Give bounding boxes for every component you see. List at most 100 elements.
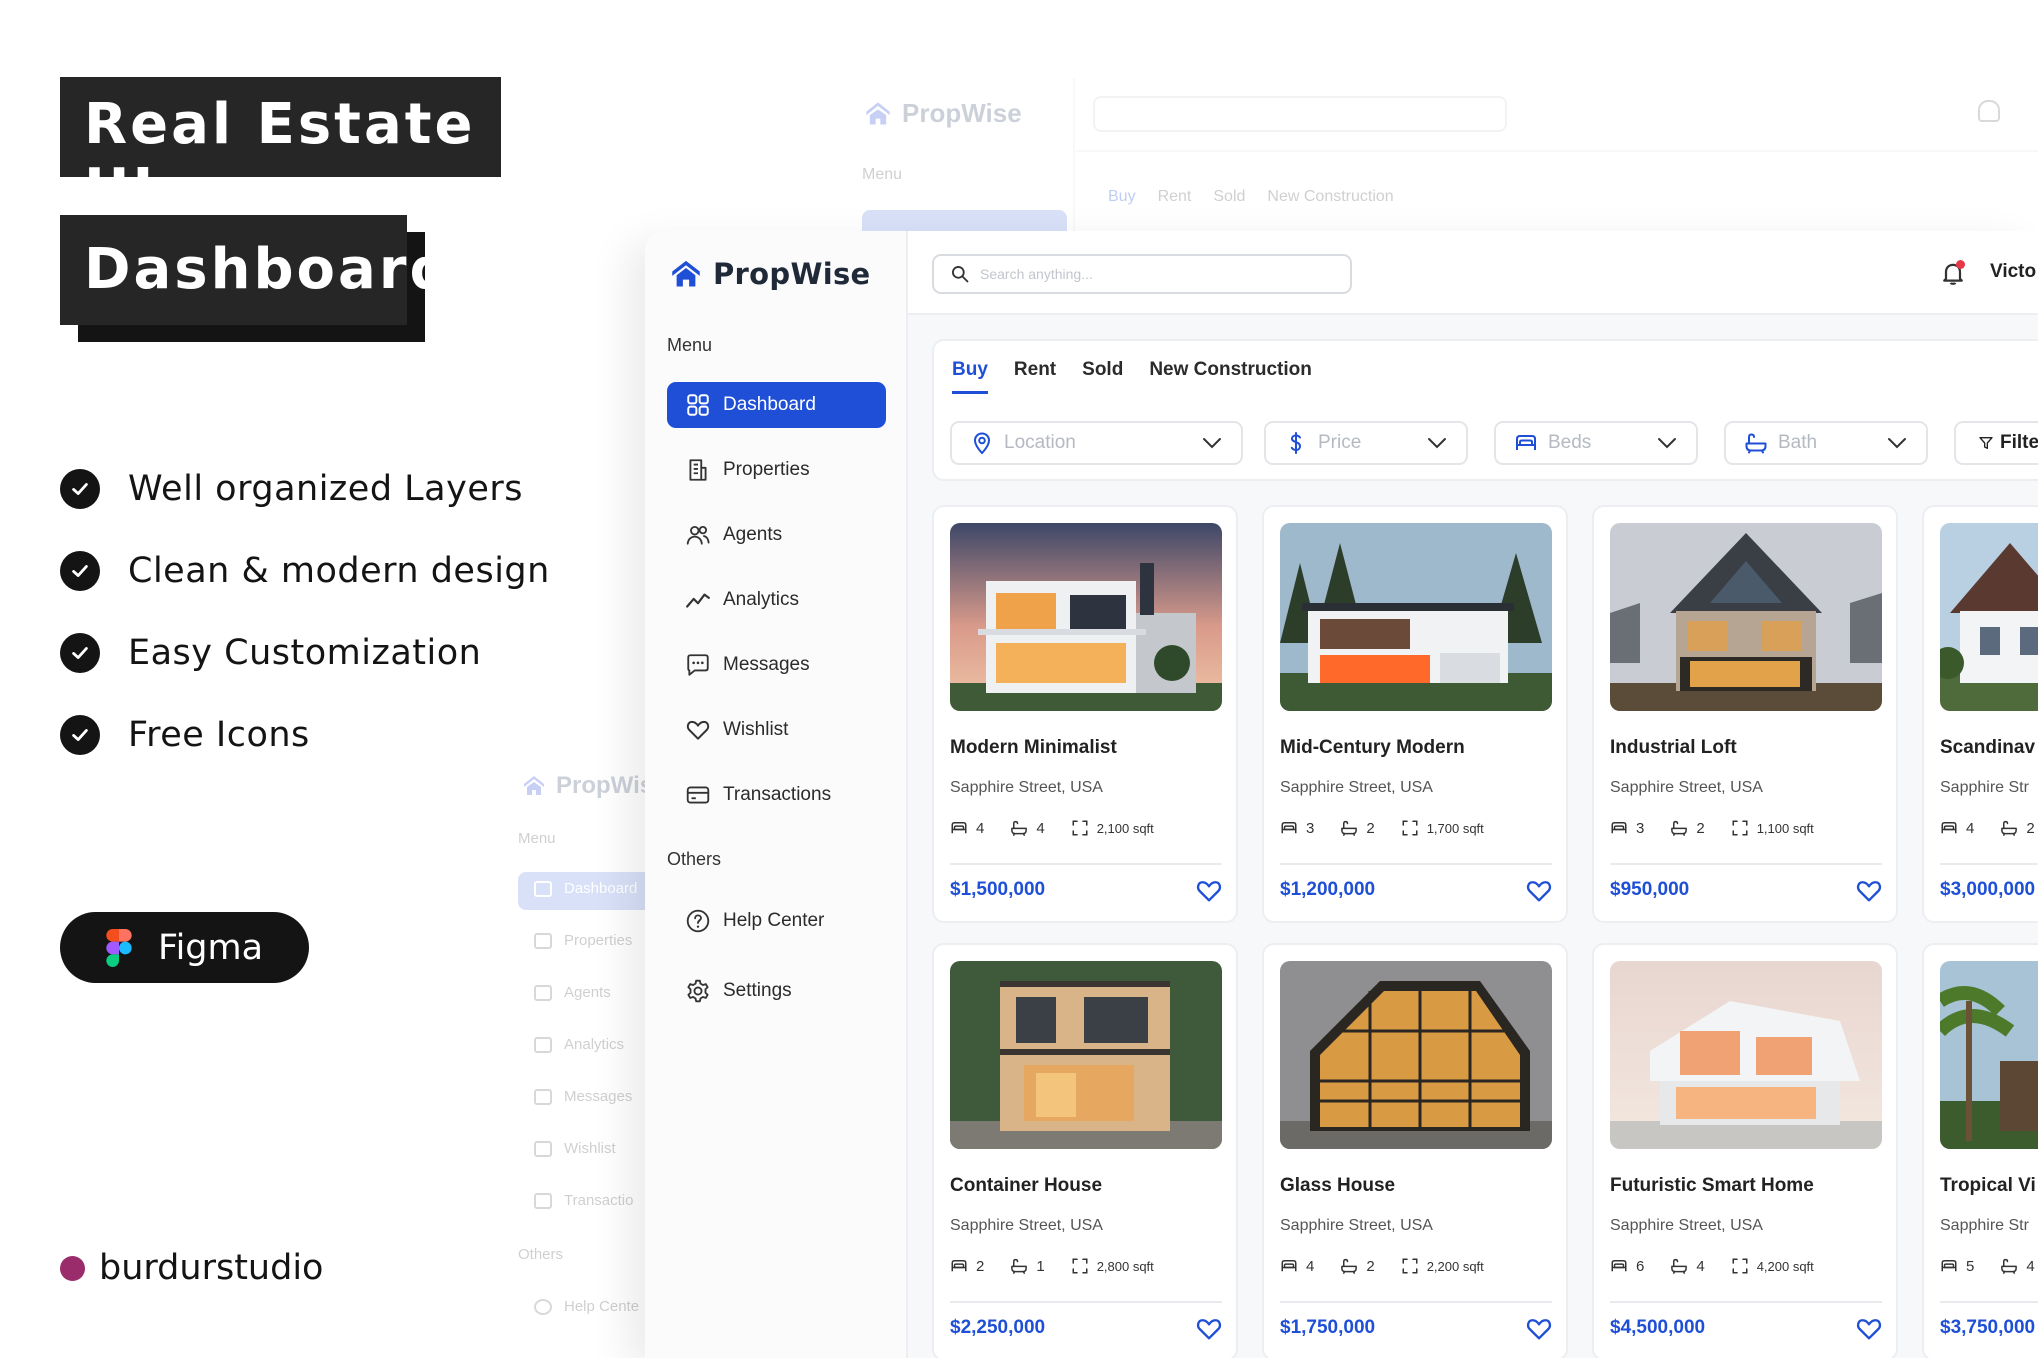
notification-bell-icon[interactable] xyxy=(1939,259,1967,287)
bed-icon xyxy=(1941,822,1957,834)
ghost-others-label: Others xyxy=(518,1246,564,1263)
property-photo xyxy=(1940,961,2038,1149)
baths-spec: 2 xyxy=(2000,819,2035,837)
card-divider xyxy=(1280,863,1552,865)
sidebar-item-analytics[interactable]: Analytics xyxy=(667,577,886,623)
baths-count: 4 xyxy=(1036,819,1045,837)
feature-label: Free Icons xyxy=(128,715,310,755)
sidebar-item-settings[interactable]: Settings xyxy=(667,968,886,1014)
beds-count: 4 xyxy=(1306,1257,1315,1275)
check-icon xyxy=(60,469,100,509)
property-card[interactable]: Modern Minimalist Sapphire Street, USA 4 4 2… xyxy=(932,505,1238,923)
feature-item: Easy Customization xyxy=(60,612,550,694)
bed-icon xyxy=(1516,435,1536,450)
card-divider xyxy=(950,1301,1222,1303)
check-icon xyxy=(60,633,100,673)
baths-count: 2 xyxy=(1696,819,1705,837)
tab-buy[interactable]: Buy xyxy=(952,359,988,394)
check-icon xyxy=(60,551,100,591)
area-icon xyxy=(1072,1258,1088,1274)
ghost-search xyxy=(1093,96,1507,132)
sidebar-item-properties[interactable]: Properties xyxy=(667,447,886,493)
area-icon xyxy=(1732,820,1748,836)
favorite-heart-icon[interactable] xyxy=(1525,877,1553,905)
feature-label: Easy Customization xyxy=(128,633,482,673)
ghost-brand: PropWise xyxy=(902,98,1022,128)
beds-spec: 3 xyxy=(1280,819,1314,837)
baths-count: 2 xyxy=(1366,1257,1375,1275)
search-box[interactable] xyxy=(932,254,1352,294)
beds-spec: 4 xyxy=(950,819,984,837)
users-icon xyxy=(686,525,710,545)
property-price: $3,000,000 xyxy=(1940,879,2036,900)
area-value: 2,100 sqft xyxy=(1096,820,1154,836)
property-card[interactable]: Tropical Vi Sapphire Str 5 4 $3,750,000 xyxy=(1922,943,2038,1358)
bathtub-icon xyxy=(1745,433,1767,454)
ghost-header-line xyxy=(1076,150,2038,152)
sidebar-item-dashboard[interactable]: Dashboard xyxy=(667,382,886,428)
ghost-item: Messages xyxy=(534,1088,632,1105)
sidebar-item-transactions[interactable]: Transactions xyxy=(667,772,886,818)
property-card[interactable]: Mid-Century Modern Sapphire Street, USA 3 2… xyxy=(1262,505,1568,923)
property-photo xyxy=(950,523,1222,711)
property-specs: 2 1 2,800 sqft xyxy=(950,1257,1180,1275)
sidebar-item-messages[interactable]: Messages xyxy=(667,642,886,688)
favorite-heart-icon[interactable] xyxy=(1195,1315,1223,1343)
baths-count: 2 xyxy=(2026,819,2035,837)
area-value: 2,800 sqft xyxy=(1096,1258,1154,1274)
property-card[interactable]: Container House Sapphire Street, USA 2 1 2,8… xyxy=(932,943,1238,1358)
favorite-heart-icon[interactable] xyxy=(1855,1315,1883,1343)
property-specs: 42 xyxy=(1940,819,2038,837)
tab-new-construction[interactable]: New Construction xyxy=(1149,359,1312,394)
property-address: Sapphire Street, USA xyxy=(1280,1217,1433,1234)
property-address: Sapphire Street, USA xyxy=(1610,1217,1763,1234)
tab-sold[interactable]: Sold xyxy=(1082,359,1123,394)
dollar-icon xyxy=(1290,432,1302,454)
favorite-heart-icon[interactable] xyxy=(1855,877,1883,905)
property-price: $1,200,000 xyxy=(1280,879,1376,900)
favorite-heart-icon[interactable] xyxy=(1525,1315,1553,1343)
ghost-menu-label: Menu xyxy=(862,166,903,183)
bathtub-icon xyxy=(1011,820,1028,836)
location-filter[interactable]: Location xyxy=(950,421,1243,465)
app-logo[interactable]: PropWise xyxy=(671,257,871,291)
property-card[interactable]: Glass House Sapphire Street, USA 4 2 2,200 s… xyxy=(1262,943,1568,1358)
ghost-item: Agents xyxy=(534,984,611,1001)
property-address: Sapphire Street, USA xyxy=(950,1217,1103,1234)
brand-name: PropWise xyxy=(713,257,871,291)
sidebar-item-help-center[interactable]: Help Center xyxy=(667,898,886,944)
price-filter[interactable]: Price xyxy=(1264,421,1468,465)
area-spec: 2,200 sqft xyxy=(1401,1257,1484,1275)
property-card[interactable]: Scandinav Sapphire Str 4 2 $3,000,000 xyxy=(1922,505,2038,923)
baths-spec: 2 xyxy=(1340,819,1375,837)
beds-spec: 3 xyxy=(1610,819,1644,837)
sidebar-item-label: Analytics xyxy=(723,589,800,610)
property-name: Glass House xyxy=(1280,1175,1396,1196)
more-filters-label: Filte xyxy=(2000,432,2038,453)
search-input[interactable] xyxy=(980,266,1320,282)
notification-badge xyxy=(1956,260,1965,269)
sidebar-item-wishlist[interactable]: Wishlist xyxy=(667,707,886,753)
property-card[interactable]: Industrial Loft Sapphire Street, USA 3 2 1,1… xyxy=(1592,505,1898,923)
check-icon xyxy=(60,715,100,755)
trend-icon xyxy=(686,593,710,608)
bath-filter[interactable]: Bath xyxy=(1724,421,1928,465)
gear-icon xyxy=(687,979,709,1003)
figma-badge: Figma xyxy=(60,912,309,983)
area-spec: 1,700 sqft xyxy=(1401,819,1484,837)
tab-rent[interactable]: Rent xyxy=(1014,359,1056,394)
more-filters-button[interactable]: Filte xyxy=(1954,421,2038,465)
beds-filter[interactable]: Beds xyxy=(1494,421,1698,465)
user-name[interactable]: Victo xyxy=(1990,261,2036,283)
bathtub-icon xyxy=(2001,820,2018,836)
chevron-down-icon xyxy=(1658,438,1676,449)
sidebar-item-agents[interactable]: Agents xyxy=(667,512,886,558)
studio-dot xyxy=(60,1255,85,1281)
baths-count: 1 xyxy=(1036,1257,1045,1275)
card-divider xyxy=(1940,1301,2038,1303)
feature-item: Clean & modern design xyxy=(60,530,550,612)
area-icon xyxy=(1402,820,1418,836)
property-card[interactable]: Futuristic Smart Home Sapphire Street, US… xyxy=(1592,943,1898,1358)
favorite-heart-icon[interactable] xyxy=(1195,877,1223,905)
ghost-dashboard-top: PropWise Menu Buy Rent Sold New Construc… xyxy=(848,78,2038,250)
